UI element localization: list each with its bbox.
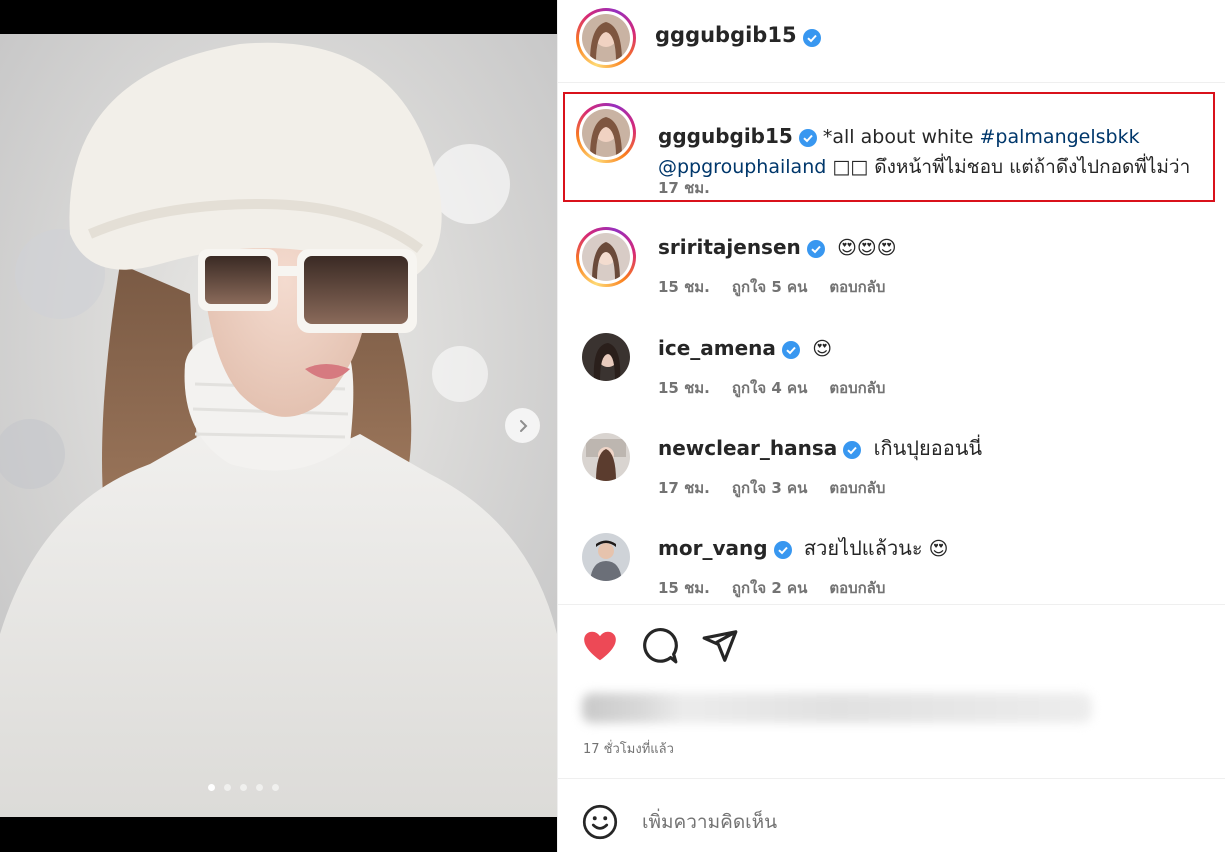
- caption-meta: 17 ชม.: [658, 176, 732, 200]
- comment-item: ice_amena 😍 15 ชม. ถูกใจ 4 คน ตอบกลับ: [558, 333, 1225, 413]
- next-image-button[interactable]: [505, 408, 540, 443]
- heart-icon[interactable]: [581, 627, 619, 665]
- comment-emoji: 😍: [812, 338, 833, 360]
- add-comment-input[interactable]: [642, 804, 1182, 840]
- comment-likes-link[interactable]: ถูกใจ 4 คน: [732, 379, 807, 397]
- photo-illustration: [0, 34, 557, 817]
- verified-badge-icon: [773, 540, 792, 559]
- emoji-icon[interactable]: [582, 804, 618, 840]
- comment-reply-button[interactable]: ตอบกลับ: [829, 278, 885, 296]
- post-actions: 17 ชั่วโมงที่แล้ว: [558, 604, 1225, 776]
- comment-time: 17 ชม.: [658, 479, 710, 497]
- mention-link[interactable]: @ppgrouphailand: [658, 156, 826, 178]
- carousel-indicator: [208, 784, 279, 791]
- story-ring[interactable]: [576, 227, 636, 287]
- comment-username[interactable]: mor_vang: [658, 536, 768, 560]
- comment-reply-button[interactable]: ตอบกลับ: [829, 579, 885, 597]
- comment-text: สวยไปแล้วนะ: [803, 536, 923, 560]
- comment-username[interactable]: newclear_hansa: [658, 436, 837, 460]
- caption-time: 17 ชม.: [658, 179, 710, 197]
- carousel-dot: [272, 784, 279, 791]
- carousel-dot: [240, 784, 247, 791]
- verified-badge-icon: [781, 340, 800, 359]
- add-comment-bar: [558, 778, 1225, 852]
- carousel-dot: [208, 784, 215, 791]
- avatar: [582, 233, 630, 281]
- comment-username[interactable]: ice_amena: [658, 336, 776, 360]
- post-header: gggubgib15: [558, 0, 1225, 83]
- verified-badge-icon: [843, 440, 862, 459]
- comment-meta: 17 ชม. ถูกใจ 3 คน ตอบกลับ: [658, 476, 907, 500]
- share-icon[interactable]: [701, 627, 739, 665]
- verified-badge-icon: [798, 128, 817, 147]
- comment-meta: 15 ชม. ถูกใจ 2 คน ตอบกลับ: [658, 576, 907, 600]
- comment-reply-button[interactable]: ตอบกลับ: [829, 379, 885, 397]
- avatar[interactable]: [582, 433, 630, 481]
- avatar: [582, 14, 630, 62]
- verified-badge-icon: [802, 28, 821, 47]
- caption-text-thai: □□ ดึงหน้าพี่ไม่ชอบ แต่ถ้าดึงไปกอดพี่ไม่…: [826, 156, 1191, 178]
- verified-badge-icon: [806, 239, 825, 258]
- caption-text: *all about white: [822, 126, 980, 148]
- comment-item: mor_vang สวยไปแล้วนะ 😍 15 ชม. ถูกใจ 2 คน ตอ…: [558, 533, 1225, 613]
- comment-likes-link[interactable]: ถูกใจ 2 คน: [732, 579, 807, 597]
- comment-emoji: 😍😍😍: [837, 237, 897, 259]
- post-timestamp: 17 ชั่วโมงที่แล้ว: [583, 742, 674, 757]
- comment-item: sriritajensen 😍😍😍 15 ชม. ถูกใจ 5 คน ตอบกลั…: [558, 227, 1225, 312]
- caption: gggubgib15 *all about white #palmangelsb…: [658, 121, 1218, 182]
- post-side-panel: gggubgib15 gggubgib15 *all about white #…: [557, 0, 1225, 852]
- comment-meta: 15 ชม. ถูกใจ 4 คน ตอบกลับ: [658, 376, 907, 400]
- avatar[interactable]: [582, 533, 630, 581]
- liked-by-blurred: [582, 693, 1092, 723]
- comment-time: 15 ชม.: [658, 379, 710, 397]
- comment-time: 15 ชม.: [658, 278, 710, 296]
- chevron-right-icon: [519, 419, 527, 432]
- comment-likes-link[interactable]: ถูกใจ 3 คน: [732, 479, 807, 497]
- caption-author-link[interactable]: gggubgib15: [658, 124, 793, 148]
- comment-icon[interactable]: [641, 627, 679, 665]
- comment-reply-button[interactable]: ตอบกลับ: [829, 479, 885, 497]
- story-ring[interactable]: [576, 103, 636, 163]
- carousel-dot: [256, 784, 263, 791]
- post-media-pane: [0, 0, 557, 852]
- post-photo[interactable]: [0, 34, 557, 817]
- comment-likes-link[interactable]: ถูกใจ 5 คน: [732, 278, 807, 296]
- comment-time: 15 ชม.: [658, 579, 710, 597]
- comment-item: newclear_hansa เกินปุยออนนี่ 17 ชม. ถูกใจ…: [558, 433, 1225, 513]
- carousel-dot: [224, 784, 231, 791]
- avatar[interactable]: [582, 333, 630, 381]
- post-author-link[interactable]: gggubgib15: [655, 23, 797, 47]
- comment-username[interactable]: sriritajensen: [658, 235, 801, 259]
- story-ring[interactable]: [576, 8, 636, 68]
- comment-meta: 15 ชม. ถูกใจ 5 คน ตอบกลับ: [658, 275, 907, 299]
- avatar: [582, 109, 630, 157]
- hashtag-link[interactable]: #palmangelsbkk: [980, 126, 1140, 148]
- comment-emoji: 😍: [928, 538, 949, 560]
- comment-text: เกินปุยออนนี่: [873, 436, 983, 460]
